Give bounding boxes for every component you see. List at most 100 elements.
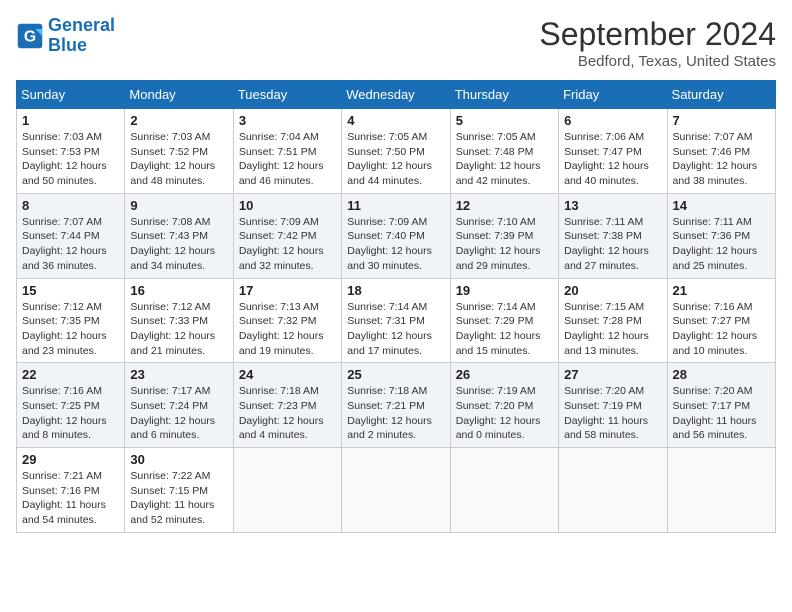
day-number: 15 xyxy=(22,283,119,298)
logo-icon: G xyxy=(16,22,44,50)
day-number: 27 xyxy=(564,367,661,382)
header-row: SundayMondayTuesdayWednesdayThursdayFrid… xyxy=(17,81,776,109)
month-title: September 2024 xyxy=(539,16,776,53)
day-info: Sunrise: 7:15 AM Sunset: 7:28 PM Dayligh… xyxy=(564,300,661,359)
calendar-cell: 24 Sunrise: 7:18 AM Sunset: 7:23 PM Dayli… xyxy=(233,363,341,448)
calendar-cell: 13 Sunrise: 7:11 AM Sunset: 7:38 PM Dayli… xyxy=(559,193,667,278)
calendar-week-row: 8Sunrise: 7:07 AM Sunset: 7:44 PM Daylig… xyxy=(17,193,776,278)
title-area: September 2024 Bedford, Texas, United St… xyxy=(539,16,776,70)
day-info: Sunrise: 7:07 AM Sunset: 7:46 PM Dayligh… xyxy=(673,130,770,189)
calendar-cell: 20 Sunrise: 7:15 AM Sunset: 7:28 PM Dayli… xyxy=(559,278,667,363)
day-info: Sunrise: 7:03 AM Sunset: 7:52 PM Dayligh… xyxy=(130,130,227,189)
calendar-cell: 4 Sunrise: 7:05 AM Sunset: 7:50 PM Daylig… xyxy=(342,109,450,194)
calendar-cell: 1 Sunrise: 7:03 AM Sunset: 7:53 PM Daylig… xyxy=(17,109,125,194)
day-info: Sunrise: 7:08 AM Sunset: 7:43 PM Dayligh… xyxy=(130,215,227,274)
day-number: 4 xyxy=(347,113,444,128)
day-info: Sunrise: 7:19 AM Sunset: 7:20 PM Dayligh… xyxy=(456,384,553,443)
day-number: 29 xyxy=(22,452,119,467)
calendar-cell xyxy=(667,448,775,533)
day-number: 1 xyxy=(22,113,119,128)
day-info: Sunrise: 7:12 AM Sunset: 7:33 PM Dayligh… xyxy=(130,300,227,359)
day-info: Sunrise: 7:13 AM Sunset: 7:32 PM Dayligh… xyxy=(239,300,336,359)
calendar-cell: 12Sunrise: 7:10 AM Sunset: 7:39 PM Dayli… xyxy=(450,193,558,278)
day-info: Sunrise: 7:05 AM Sunset: 7:50 PM Dayligh… xyxy=(347,130,444,189)
calendar-cell xyxy=(233,448,341,533)
weekday-header: Wednesday xyxy=(342,81,450,109)
calendar-cell: 22 Sunrise: 7:16 AM Sunset: 7:25 PM Dayli… xyxy=(17,363,125,448)
day-number: 21 xyxy=(673,283,770,298)
day-number: 3 xyxy=(239,113,336,128)
calendar-cell: 27 Sunrise: 7:20 AM Sunset: 7:19 PM Dayli… xyxy=(559,363,667,448)
day-info: Sunrise: 7:09 AM Sunset: 7:40 PM Dayligh… xyxy=(347,215,444,274)
day-info: Sunrise: 7:04 AM Sunset: 7:51 PM Dayligh… xyxy=(239,130,336,189)
calendar-cell: 6 Sunrise: 7:06 AM Sunset: 7:47 PM Daylig… xyxy=(559,109,667,194)
day-number: 9 xyxy=(130,198,227,213)
calendar-cell: 11 Sunrise: 7:09 AM Sunset: 7:40 PM Dayli… xyxy=(342,193,450,278)
day-info: Sunrise: 7:10 AM Sunset: 7:39 PM Dayligh… xyxy=(456,215,553,274)
calendar-cell: 19 Sunrise: 7:14 AM Sunset: 7:29 PM Dayli… xyxy=(450,278,558,363)
calendar-cell: 7 Sunrise: 7:07 AM Sunset: 7:46 PM Daylig… xyxy=(667,109,775,194)
header: G General Blue September 2024 Bedford, T… xyxy=(16,16,776,70)
calendar-cell: 2Sunrise: 7:03 AM Sunset: 7:52 PM Daylig… xyxy=(125,109,233,194)
calendar-cell xyxy=(342,448,450,533)
day-number: 26 xyxy=(456,367,553,382)
calendar-cell: 26 Sunrise: 7:19 AM Sunset: 7:20 PM Dayli… xyxy=(450,363,558,448)
weekday-header: Tuesday xyxy=(233,81,341,109)
day-info: Sunrise: 7:14 AM Sunset: 7:31 PM Dayligh… xyxy=(347,300,444,359)
day-info: Sunrise: 7:20 AM Sunset: 7:19 PM Dayligh… xyxy=(564,384,661,443)
day-info: Sunrise: 7:16 AM Sunset: 7:25 PM Dayligh… xyxy=(22,384,119,443)
calendar-cell: 25Sunrise: 7:18 AM Sunset: 7:21 PM Dayli… xyxy=(342,363,450,448)
day-info: Sunrise: 7:21 AM Sunset: 7:16 PM Dayligh… xyxy=(22,469,119,528)
calendar-cell: 17Sunrise: 7:13 AM Sunset: 7:32 PM Dayli… xyxy=(233,278,341,363)
calendar-cell: 10 Sunrise: 7:09 AM Sunset: 7:42 PM Dayli… xyxy=(233,193,341,278)
day-info: Sunrise: 7:20 AM Sunset: 7:17 PM Dayligh… xyxy=(673,384,770,443)
day-number: 19 xyxy=(456,283,553,298)
calendar-cell: 8Sunrise: 7:07 AM Sunset: 7:44 PM Daylig… xyxy=(17,193,125,278)
day-info: Sunrise: 7:05 AM Sunset: 7:48 PM Dayligh… xyxy=(456,130,553,189)
weekday-header: Sunday xyxy=(17,81,125,109)
calendar-cell: 16Sunrise: 7:12 AM Sunset: 7:33 PM Dayli… xyxy=(125,278,233,363)
calendar-cell: 21Sunrise: 7:16 AM Sunset: 7:27 PM Dayli… xyxy=(667,278,775,363)
calendar-cell: 28 Sunrise: 7:20 AM Sunset: 7:17 PM Dayli… xyxy=(667,363,775,448)
day-number: 10 xyxy=(239,198,336,213)
day-number: 7 xyxy=(673,113,770,128)
logo: G General Blue xyxy=(16,16,115,56)
day-number: 22 xyxy=(22,367,119,382)
day-number: 13 xyxy=(564,198,661,213)
day-number: 18 xyxy=(347,283,444,298)
calendar-cell: 18 Sunrise: 7:14 AM Sunset: 7:31 PM Dayli… xyxy=(342,278,450,363)
day-info: Sunrise: 7:11 AM Sunset: 7:38 PM Dayligh… xyxy=(564,215,661,274)
location-subtitle: Bedford, Texas, United States xyxy=(539,53,776,70)
day-info: Sunrise: 7:06 AM Sunset: 7:47 PM Dayligh… xyxy=(564,130,661,189)
day-info: Sunrise: 7:09 AM Sunset: 7:42 PM Dayligh… xyxy=(239,215,336,274)
weekday-header: Monday xyxy=(125,81,233,109)
day-number: 28 xyxy=(673,367,770,382)
day-number: 6 xyxy=(564,113,661,128)
day-info: Sunrise: 7:22 AM Sunset: 7:15 PM Dayligh… xyxy=(130,469,227,528)
day-number: 11 xyxy=(347,198,444,213)
weekday-header: Thursday xyxy=(450,81,558,109)
day-info: Sunrise: 7:14 AM Sunset: 7:29 PM Dayligh… xyxy=(456,300,553,359)
calendar-cell xyxy=(559,448,667,533)
calendar-week-row: 1 Sunrise: 7:03 AM Sunset: 7:53 PM Daylig… xyxy=(17,109,776,194)
weekday-header: Saturday xyxy=(667,81,775,109)
day-number: 25 xyxy=(347,367,444,382)
calendar-cell: 5Sunrise: 7:05 AM Sunset: 7:48 PM Daylig… xyxy=(450,109,558,194)
day-info: Sunrise: 7:12 AM Sunset: 7:35 PM Dayligh… xyxy=(22,300,119,359)
calendar-cell: 15 Sunrise: 7:12 AM Sunset: 7:35 PM Dayli… xyxy=(17,278,125,363)
day-info: Sunrise: 7:11 AM Sunset: 7:36 PM Dayligh… xyxy=(673,215,770,274)
day-number: 24 xyxy=(239,367,336,382)
calendar-table: SundayMondayTuesdayWednesdayThursdayFrid… xyxy=(16,80,776,533)
calendar-cell xyxy=(450,448,558,533)
calendar-cell: 23Sunrise: 7:17 AM Sunset: 7:24 PM Dayli… xyxy=(125,363,233,448)
day-info: Sunrise: 7:03 AM Sunset: 7:53 PM Dayligh… xyxy=(22,130,119,189)
weekday-header: Friday xyxy=(559,81,667,109)
calendar-week-row: 29 Sunrise: 7:21 AM Sunset: 7:16 PM Dayli… xyxy=(17,448,776,533)
calendar-cell: 3 Sunrise: 7:04 AM Sunset: 7:51 PM Daylig… xyxy=(233,109,341,194)
day-info: Sunrise: 7:07 AM Sunset: 7:44 PM Dayligh… xyxy=(22,215,119,274)
day-number: 20 xyxy=(564,283,661,298)
day-number: 23 xyxy=(130,367,227,382)
calendar-week-row: 22 Sunrise: 7:16 AM Sunset: 7:25 PM Dayli… xyxy=(17,363,776,448)
logo-line2: Blue xyxy=(48,35,87,55)
day-info: Sunrise: 7:18 AM Sunset: 7:23 PM Dayligh… xyxy=(239,384,336,443)
